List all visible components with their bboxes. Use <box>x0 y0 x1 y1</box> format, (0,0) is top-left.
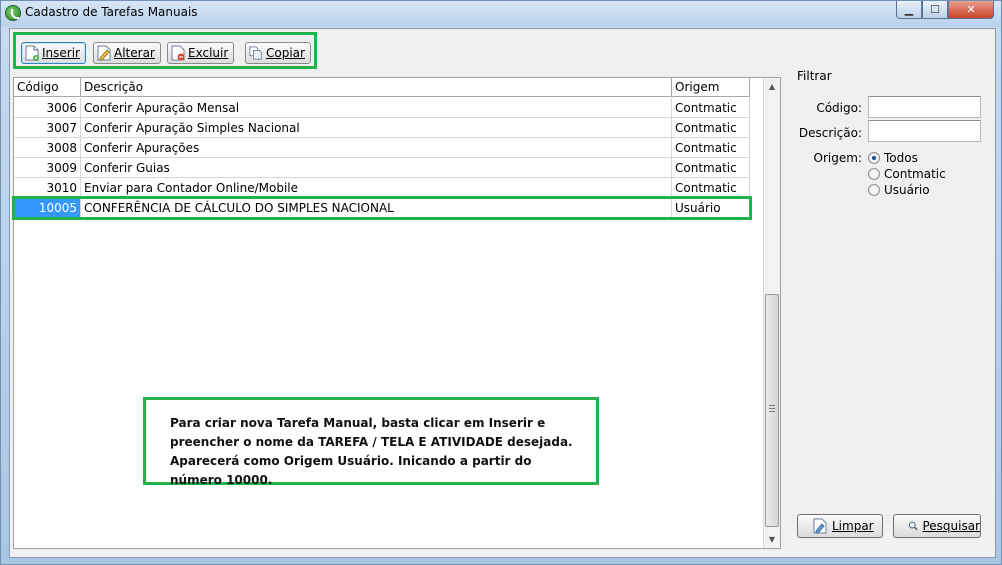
cell-description: Conferir Apuração Mensal <box>81 98 672 118</box>
table-row[interactable]: 3009 Conferir Guias Contmatic <box>14 158 750 178</box>
delete-button[interactable]: Excluir <box>167 42 235 64</box>
main-window: Cadastro de Tarefas Manuais ▁ ☐ ✕ Inseri… <box>0 0 1002 565</box>
window-title: Cadastro de Tarefas Manuais <box>25 5 198 19</box>
cell-origin: Contmatic <box>672 178 750 198</box>
grid-rows: 3006 Conferir Apuração Mensal Contmatic … <box>12 98 752 220</box>
delete-label: Excluir <box>188 46 229 60</box>
origin-option-label: Usuário <box>884 183 930 197</box>
clear-button[interactable]: Limpar <box>797 514 883 538</box>
cell-origin: Contmatic <box>672 138 750 158</box>
origin-option-contmatic[interactable]: Contmatic <box>868 167 946 181</box>
instruction-callout: Para criar nova Tarefa Manual, basta cli… <box>143 397 599 487</box>
cell-description: Conferir Apuração Simples Nacional <box>81 118 672 138</box>
title-bar[interactable]: Cadastro de Tarefas Manuais ▁ ☐ ✕ <box>1 1 1001 27</box>
table-row[interactable]: 3007 Conferir Apuração Simples Nacional … <box>14 118 750 138</box>
grid-header: Código Descrição Origem <box>14 78 750 97</box>
origin-option-usuario[interactable]: Usuário <box>868 183 930 197</box>
new-document-icon <box>25 45 39 61</box>
cell-code: 3006 <box>14 98 81 118</box>
cell-origin: Contmatic <box>672 98 750 118</box>
arrow-down-icon: ▼ <box>768 535 776 544</box>
filter-title: Filtrar <box>797 69 832 83</box>
edit-document-icon <box>97 45 111 61</box>
delete-document-icon <box>171 45 185 61</box>
app-logo-icon <box>5 5 21 21</box>
cell-code: 3009 <box>14 158 81 178</box>
code-label: Código: <box>816 101 862 115</box>
copy-icon <box>249 46 262 60</box>
copy-label: Copiar <box>266 46 305 60</box>
description-filter-input[interactable] <box>868 120 981 142</box>
radio-checked-icon <box>868 152 880 164</box>
maximize-button[interactable]: ☐ <box>922 1 948 19</box>
edit-label: Alterar <box>114 46 155 60</box>
grid-vertical-scrollbar[interactable]: ▲ ▼ <box>763 78 780 548</box>
code-filter-input[interactable] <box>868 96 981 118</box>
table-row-selected[interactable]: 10005 CONFERÊNCIA DE CÁLCULO DO SIMPLES … <box>12 196 752 220</box>
cell-description: Enviar para Contador Online/Mobile <box>81 178 672 198</box>
arrow-up-icon: ▲ <box>768 82 776 91</box>
cell-code: 10005 <box>14 198 81 218</box>
cell-code: 3008 <box>14 138 81 158</box>
close-icon: ✕ <box>966 3 976 16</box>
scroll-up-button[interactable]: ▲ <box>764 78 780 95</box>
cell-description: Conferir Guias <box>81 158 672 178</box>
search-button[interactable]: Pesquisar <box>893 514 981 538</box>
filter-panel: Filtrar Código: Descrição: Origem: Todos… <box>789 69 994 554</box>
cell-description: CONFERÊNCIA DE CÁLCULO DO SIMPLES NACION… <box>81 198 672 218</box>
column-header-description[interactable]: Descrição <box>81 78 672 97</box>
table-row[interactable]: 3008 Conferir Apurações Contmatic <box>14 138 750 158</box>
minimize-button[interactable]: ▁ <box>896 1 922 19</box>
clear-label: Limpar <box>832 519 874 533</box>
table-row[interactable]: 3006 Conferir Apuração Mensal Contmatic <box>14 98 750 118</box>
origin-label: Origem: <box>813 151 862 165</box>
copy-button[interactable]: Copiar <box>245 42 311 64</box>
cell-origin: Contmatic <box>672 118 750 138</box>
toolbar-highlight: Inserir Alterar Excluir Copiar <box>13 32 317 69</box>
clear-document-icon <box>813 518 827 534</box>
cell-origin: Usuário <box>672 198 750 218</box>
scroll-thumb[interactable] <box>765 294 779 527</box>
maximize-icon: ☐ <box>930 3 940 16</box>
origin-option-todos[interactable]: Todos <box>868 151 918 165</box>
origin-option-label: Contmatic <box>884 167 946 181</box>
table-row[interactable]: 3010 Enviar para Contador Online/Mobile … <box>14 178 750 198</box>
cell-code: 3010 <box>14 178 81 198</box>
column-header-origin[interactable]: Origem <box>672 78 750 97</box>
cell-origin: Contmatic <box>672 158 750 178</box>
cell-code: 3007 <box>14 118 81 138</box>
instruction-text: Para criar nova Tarefa Manual, basta cli… <box>170 416 573 487</box>
radio-unchecked-icon <box>868 168 880 180</box>
insert-label: Inserir <box>42 46 80 60</box>
insert-button[interactable]: Inserir <box>21 42 86 64</box>
client-area: Inserir Alterar Excluir Copiar Código De… <box>9 28 996 558</box>
edit-button[interactable]: Alterar <box>93 42 161 64</box>
tasks-grid: Código Descrição Origem 3006 Conferir Ap… <box>12 77 781 549</box>
grip-icon <box>769 405 775 412</box>
scroll-down-button[interactable]: ▼ <box>764 531 780 548</box>
cell-description: Conferir Apurações <box>81 138 672 158</box>
close-button[interactable]: ✕ <box>948 1 994 19</box>
description-label: Descrição: <box>798 126 862 140</box>
column-header-code[interactable]: Código <box>14 78 81 97</box>
minimize-icon: ▁ <box>904 3 914 16</box>
search-icon <box>908 521 918 531</box>
radio-unchecked-icon <box>868 184 880 196</box>
search-label: Pesquisar <box>922 519 980 533</box>
origin-option-label: Todos <box>884 151 918 165</box>
